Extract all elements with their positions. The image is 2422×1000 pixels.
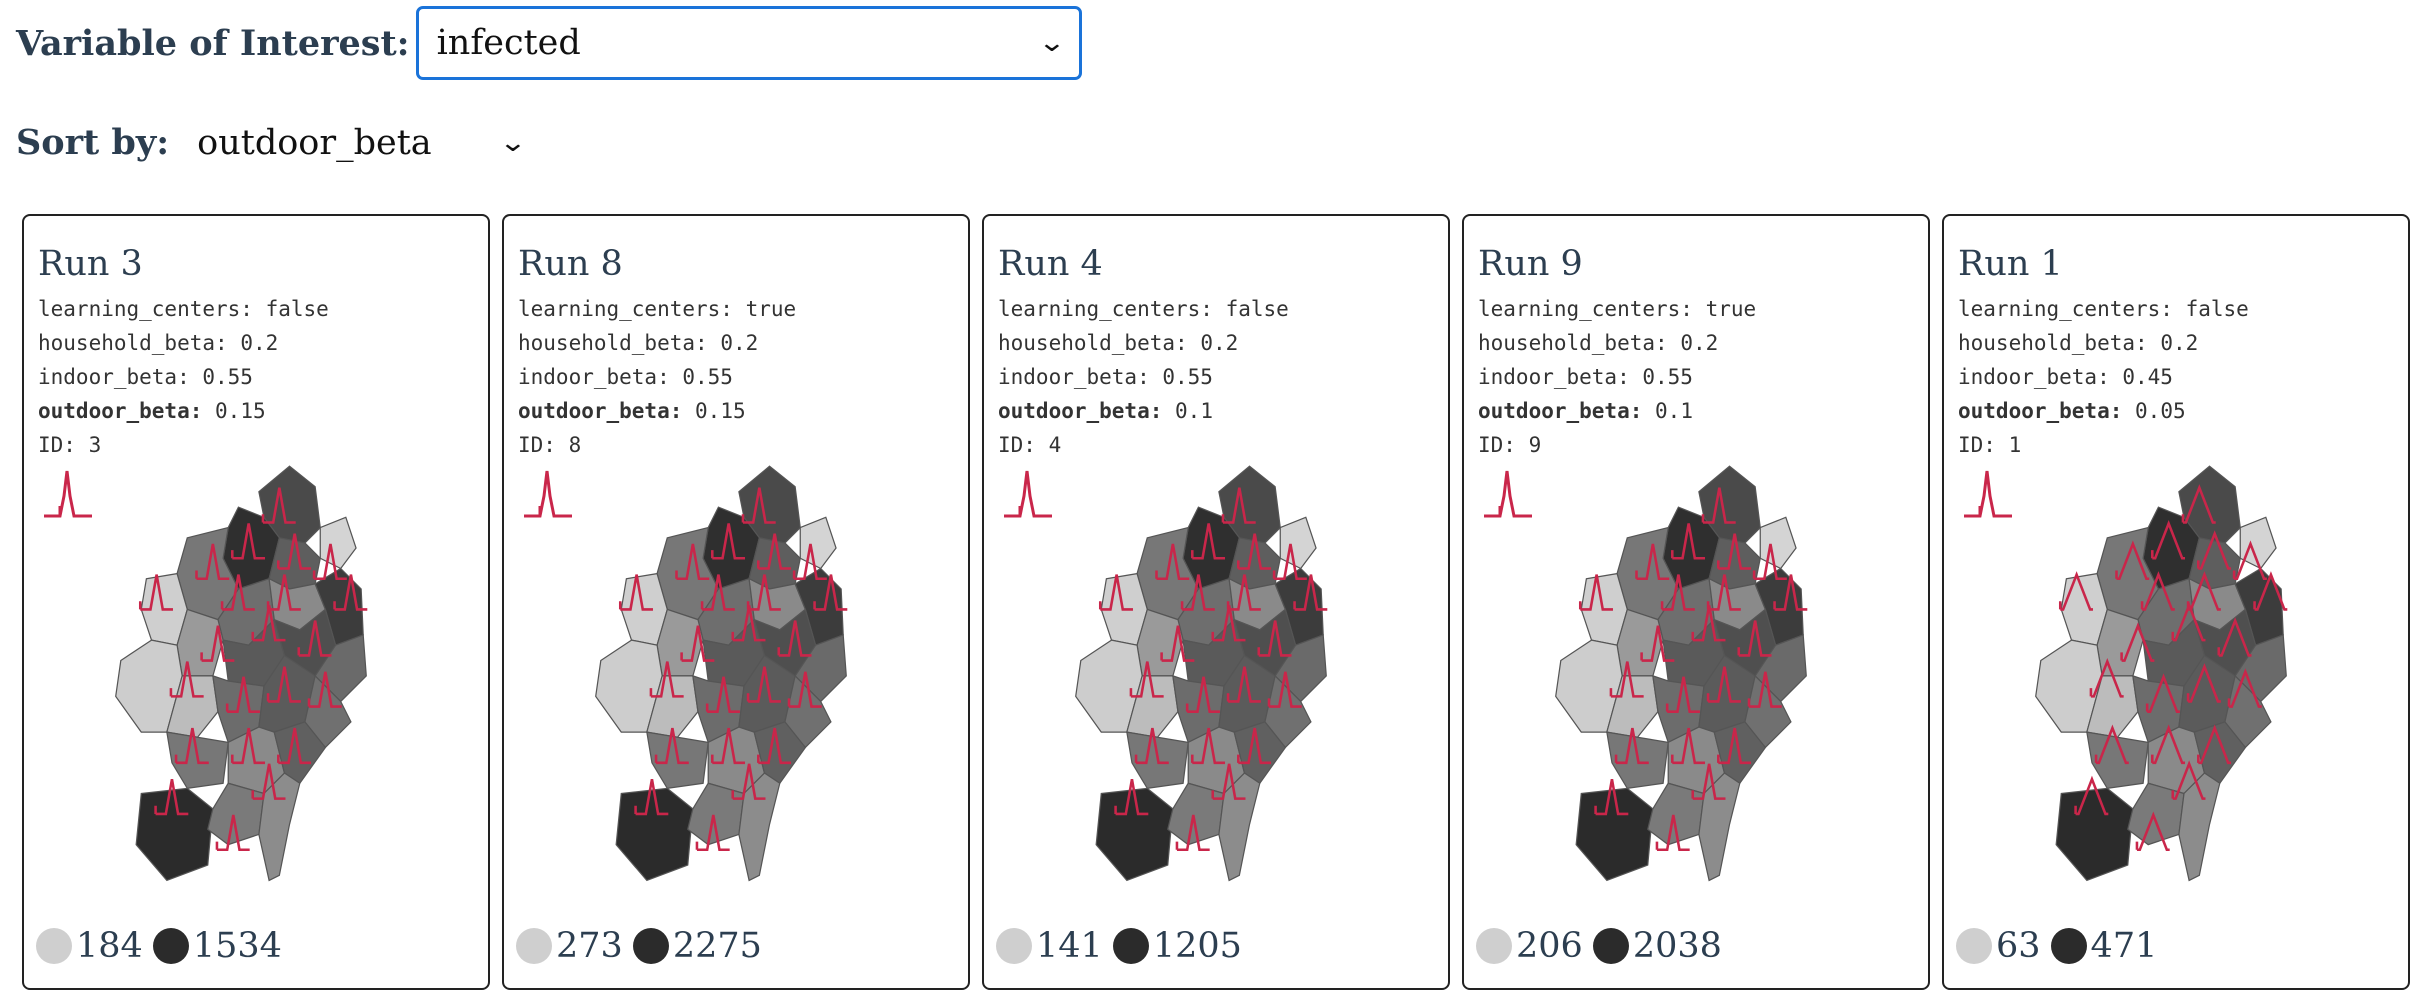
variable-control: Variable of Interest: infected ⌄ xyxy=(16,6,1082,80)
param-outdoor-beta: outdoor_beta: 0.1 xyxy=(998,399,1213,423)
param-household-beta: household_beta: 0.2 xyxy=(1478,331,1719,355)
param-learning-centers: learning_centers: true xyxy=(1478,297,1757,321)
param-indoor-beta: indoor_beta: 0.55 xyxy=(1478,365,1693,389)
map-region[interactable] xyxy=(1095,787,1174,882)
legend-counts: 63 471 xyxy=(1956,926,2157,966)
legend-light-dot-icon xyxy=(1956,928,1992,964)
choropleth-map[interactable] xyxy=(1504,456,1904,906)
legend-light-dot-icon xyxy=(36,928,72,964)
map-region[interactable] xyxy=(1575,787,1654,882)
param-indoor-beta: indoor_beta: 0.45 xyxy=(1958,365,2173,389)
param-indoor-beta: indoor_beta: 0.55 xyxy=(998,365,1213,389)
param-learning-centers: learning_centers: false xyxy=(1958,297,2249,321)
param-learning-centers: learning_centers: true xyxy=(518,297,797,321)
run-card[interactable]: Run 9 learning_centers: true household_b… xyxy=(1462,214,1930,990)
legend-light-dot-icon xyxy=(1476,928,1512,964)
sort-label: Sort by: xyxy=(16,122,170,163)
run-title: Run 3 xyxy=(38,244,143,284)
param-learning-centers: learning_centers: false xyxy=(38,297,329,321)
legend-max-value: 2275 xyxy=(672,926,762,966)
run-card[interactable]: Run 1 learning_centers: false household_… xyxy=(1942,214,2410,990)
map-region[interactable] xyxy=(319,516,357,570)
choropleth-map[interactable] xyxy=(1024,456,1424,906)
sort-select-value: outdoor_beta xyxy=(197,122,432,163)
param-learning-centers: learning_centers: false xyxy=(998,297,1289,321)
legend-dark-dot-icon xyxy=(2050,928,2087,964)
param-household-beta: household_beta: 0.2 xyxy=(38,331,279,355)
legend-counts: 184 1534 xyxy=(36,926,282,966)
legend-dark-dot-icon xyxy=(1112,928,1149,964)
chevron-down-icon: ⌄ xyxy=(1037,28,1066,58)
legend-min-value: 184 xyxy=(76,926,143,966)
map-region[interactable] xyxy=(1759,516,1797,570)
legend-counts: 273 2275 xyxy=(516,926,762,966)
map-region[interactable] xyxy=(2127,782,2185,846)
run-card[interactable]: Run 8 learning_centers: true household_b… xyxy=(502,214,970,990)
param-household-beta: household_beta: 0.2 xyxy=(998,331,1239,355)
legend-max-value: 2038 xyxy=(1632,926,1722,966)
param-outdoor-beta: outdoor_beta: 0.15 xyxy=(518,399,746,423)
legend-min-value: 63 xyxy=(1996,926,2041,966)
legend-max-value: 471 xyxy=(2090,926,2158,966)
choropleth-map[interactable] xyxy=(544,456,944,906)
legend-min-value: 273 xyxy=(556,926,623,966)
legend-light-dot-icon xyxy=(516,928,552,964)
map-region[interactable] xyxy=(615,787,694,882)
param-household-beta: household_beta: 0.2 xyxy=(1958,331,2199,355)
choropleth-map[interactable] xyxy=(1984,456,2384,906)
run-card[interactable]: Run 4 learning_centers: false household_… xyxy=(982,214,1450,990)
map-region[interactable] xyxy=(799,516,837,570)
legend-max-value: 1205 xyxy=(1152,926,1242,966)
sort-control: Sort by: outdoor_beta ⌄ xyxy=(16,122,528,163)
run-title: Run 9 xyxy=(1478,244,1583,284)
legend-dark-dot-icon xyxy=(632,928,669,964)
run-card[interactable]: Run 3 learning_centers: false household_… xyxy=(22,214,490,990)
variable-select-value: infected xyxy=(436,23,581,63)
legend-dark-dot-icon xyxy=(1592,928,1629,964)
variable-select[interactable]: infected ⌄ xyxy=(415,6,1082,80)
variable-label: Variable of Interest: xyxy=(16,22,410,64)
run-title: Run 1 xyxy=(1958,244,2063,284)
param-indoor-beta: indoor_beta: 0.55 xyxy=(518,365,733,389)
param-outdoor-beta: outdoor_beta: 0.15 xyxy=(38,399,266,423)
map-region[interactable] xyxy=(1279,516,1317,570)
legend-min-value: 141 xyxy=(1036,926,1103,966)
run-title: Run 8 xyxy=(518,244,623,284)
legend-dark-dot-icon xyxy=(152,928,189,964)
map-region[interactable] xyxy=(2096,608,2144,677)
chevron-down-icon: ⌄ xyxy=(498,127,528,158)
param-household-beta: household_beta: 0.2 xyxy=(518,331,759,355)
sort-select[interactable]: outdoor_beta ⌄ xyxy=(197,122,528,163)
legend-min-value: 206 xyxy=(1516,926,1583,966)
legend-counts: 141 1205 xyxy=(996,926,1242,966)
legend-max-value: 1534 xyxy=(192,926,282,966)
map-region[interactable] xyxy=(135,787,214,882)
param-indoor-beta: indoor_beta: 0.55 xyxy=(38,365,253,389)
legend-counts: 206 2038 xyxy=(1476,926,1722,966)
map-region[interactable] xyxy=(2055,787,2134,882)
run-cards: Run 3 learning_centers: false household_… xyxy=(22,214,2422,990)
choropleth-map[interactable] xyxy=(64,456,464,906)
param-outdoor-beta: outdoor_beta: 0.1 xyxy=(1478,399,1693,423)
run-title: Run 4 xyxy=(998,244,1103,284)
legend-light-dot-icon xyxy=(996,928,1032,964)
param-outdoor-beta: outdoor_beta: 0.05 xyxy=(1958,399,2186,423)
